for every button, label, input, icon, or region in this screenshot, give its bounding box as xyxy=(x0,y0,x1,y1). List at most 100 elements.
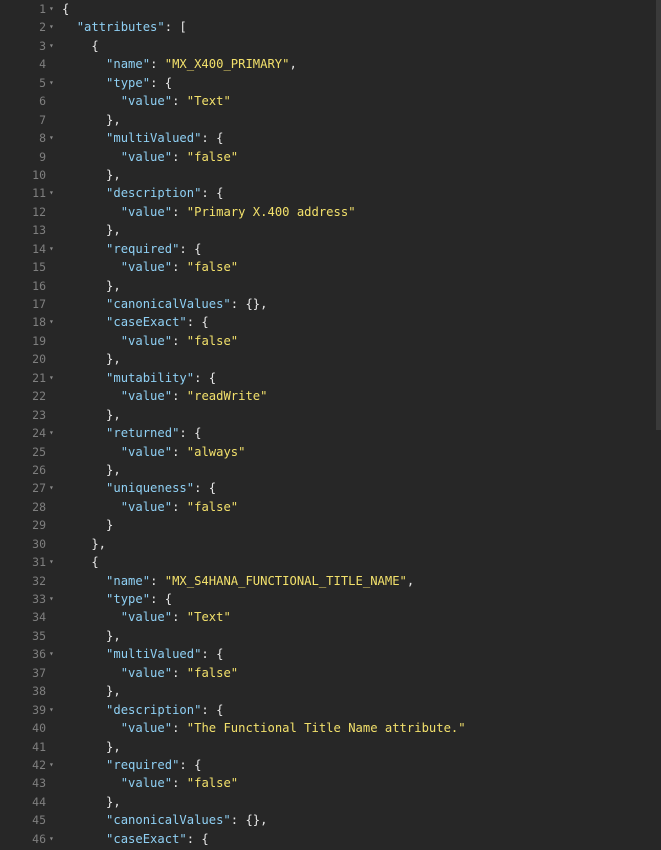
code-text[interactable]: }, xyxy=(62,111,121,129)
code-text[interactable]: "value": "false" xyxy=(62,774,238,792)
code-line[interactable]: 29 } xyxy=(0,516,661,534)
code-text[interactable]: }, xyxy=(62,535,106,553)
code-line[interactable]: 39 ▾ "description": { xyxy=(0,701,661,719)
code-line[interactable]: 30 }, xyxy=(0,535,661,553)
code-line[interactable]: 16 }, xyxy=(0,277,661,295)
code-text[interactable]: { xyxy=(62,37,98,55)
code-line[interactable]: 10 }, xyxy=(0,166,661,184)
fold-toggle-icon[interactable]: ▾ xyxy=(49,0,54,18)
code-line[interactable]: 45 "canonicalValues": {}, xyxy=(0,811,661,829)
fold-toggle-icon[interactable]: ▾ xyxy=(49,830,54,848)
code-line[interactable]: 8 ▾ "multiValued": { xyxy=(0,129,661,147)
code-line[interactable]: 23 }, xyxy=(0,406,661,424)
code-line[interactable]: 37 "value": "false" xyxy=(0,664,661,682)
fold-toggle-icon[interactable]: ▾ xyxy=(49,424,54,442)
code-text[interactable]: { xyxy=(62,0,69,18)
code-line[interactable]: 36 ▾ "multiValued": { xyxy=(0,645,661,663)
code-line[interactable]: 3 ▾ { xyxy=(0,37,661,55)
code-text[interactable]: }, xyxy=(62,793,121,811)
code-line[interactable]: 28 "value": "false" xyxy=(0,498,661,516)
code-text[interactable]: }, xyxy=(62,350,121,368)
code-text[interactable]: "name": "MX_X400_PRIMARY", xyxy=(62,55,297,73)
code-line[interactable]: 9 "value": "false" xyxy=(0,148,661,166)
code-editor[interactable]: 1 ▾{2 ▾ "attributes": [3 ▾ {4 "name": "MX_X… xyxy=(0,0,661,850)
fold-toggle-icon[interactable]: ▾ xyxy=(49,756,54,774)
code-line[interactable]: 13 }, xyxy=(0,221,661,239)
code-line[interactable]: 24 ▾ "returned": { xyxy=(0,424,661,442)
code-line[interactable]: 6 "value": "Text" xyxy=(0,92,661,110)
code-text[interactable]: "required": { xyxy=(62,756,201,774)
code-text[interactable]: "canonicalValues": {}, xyxy=(62,295,267,313)
code-text[interactable]: }, xyxy=(62,461,121,479)
code-line[interactable]: 21 ▾ "mutability": { xyxy=(0,369,661,387)
code-text[interactable]: { xyxy=(62,553,98,571)
fold-toggle-icon[interactable]: ▾ xyxy=(49,701,54,719)
code-line[interactable]: 42 ▾ "required": { xyxy=(0,756,661,774)
code-text[interactable]: "canonicalValues": {}, xyxy=(62,811,267,829)
fold-toggle-icon[interactable]: ▾ xyxy=(49,645,54,663)
code-text[interactable]: }, xyxy=(62,277,121,295)
code-text[interactable]: "value": "readWrite" xyxy=(62,387,268,405)
code-line[interactable]: 38 }, xyxy=(0,682,661,700)
code-line[interactable]: 15 "value": "false" xyxy=(0,258,661,276)
code-text[interactable]: "mutability": { xyxy=(62,369,216,387)
code-text[interactable]: }, xyxy=(62,682,121,700)
fold-toggle-icon[interactable]: ▾ xyxy=(49,129,54,147)
fold-toggle-icon[interactable]: ▾ xyxy=(49,184,54,202)
code-text[interactable]: "type": { xyxy=(62,74,172,92)
code-text[interactable]: "caseExact": { xyxy=(62,830,209,848)
vertical-scrollbar[interactable] xyxy=(656,0,661,430)
code-line[interactable]: 19 "value": "false" xyxy=(0,332,661,350)
code-text[interactable]: "returned": { xyxy=(62,424,201,442)
fold-toggle-icon[interactable]: ▾ xyxy=(49,553,54,571)
code-line[interactable]: 2 ▾ "attributes": [ xyxy=(0,18,661,36)
code-text[interactable]: "description": { xyxy=(62,701,223,719)
code-text[interactable]: "value": "always" xyxy=(62,443,246,461)
code-line[interactable]: 20 }, xyxy=(0,350,661,368)
code-text[interactable]: "type": { xyxy=(62,590,172,608)
code-text[interactable]: } xyxy=(62,516,113,534)
code-text[interactable]: "description": { xyxy=(62,184,223,202)
code-line[interactable]: 43 "value": "false" xyxy=(0,774,661,792)
code-line[interactable]: 14 ▾ "required": { xyxy=(0,240,661,258)
code-line[interactable]: 7 }, xyxy=(0,111,661,129)
code-line[interactable]: 11 ▾ "description": { xyxy=(0,184,661,202)
fold-toggle-icon[interactable]: ▾ xyxy=(49,479,54,497)
fold-toggle-icon[interactable]: ▾ xyxy=(49,240,54,258)
code-line[interactable]: 18 ▾ "caseExact": { xyxy=(0,313,661,331)
code-line[interactable]: 1 ▾ { xyxy=(0,0,661,18)
code-text[interactable]: "value": "false" xyxy=(62,148,238,166)
code-text[interactable]: "value": "The Functional Title Name attr… xyxy=(62,719,466,737)
code-text[interactable]: }, xyxy=(62,166,121,184)
code-text[interactable]: "value": "Text" xyxy=(62,92,231,110)
code-line[interactable]: 5 ▾ "type": { xyxy=(0,74,661,92)
code-line[interactable]: 27 ▾ "uniqueness": { xyxy=(0,479,661,497)
code-text[interactable]: "value": "false" xyxy=(62,498,238,516)
code-line[interactable]: 25 "value": "always" xyxy=(0,443,661,461)
code-text[interactable]: "multiValued": { xyxy=(62,129,223,147)
code-text[interactable]: "uniqueness": { xyxy=(62,479,216,497)
code-line[interactable]: 40 "value": "The Functional Title Name a… xyxy=(0,719,661,737)
code-line[interactable]: 35 }, xyxy=(0,627,661,645)
code-text[interactable]: "name": "MX_S4HANA_FUNCTIONAL_TITLE_NAME… xyxy=(62,572,414,590)
code-text[interactable]: "attributes": [ xyxy=(62,18,187,36)
code-line[interactable]: 22 "value": "readWrite" xyxy=(0,387,661,405)
code-line[interactable]: 26 }, xyxy=(0,461,661,479)
code-text[interactable]: }, xyxy=(62,406,121,424)
code-text[interactable]: "value": "false" xyxy=(62,332,238,350)
fold-toggle-icon[interactable]: ▾ xyxy=(49,313,54,331)
code-line[interactable]: 12 "value": "Primary X.400 address" xyxy=(0,203,661,221)
code-text[interactable]: "multiValued": { xyxy=(62,645,223,663)
fold-toggle-icon[interactable]: ▾ xyxy=(49,18,54,36)
code-text[interactable]: }, xyxy=(62,221,121,239)
code-text[interactable]: "value": "false" xyxy=(62,258,238,276)
code-text[interactable]: "value": "Primary X.400 address" xyxy=(62,203,356,221)
fold-toggle-icon[interactable]: ▾ xyxy=(49,369,54,387)
fold-toggle-icon[interactable]: ▾ xyxy=(49,590,54,608)
code-text[interactable]: "value": "Text" xyxy=(62,608,231,626)
code-line[interactable]: 41 }, xyxy=(0,738,661,756)
code-line[interactable]: 46 ▾ "caseExact": { xyxy=(0,830,661,848)
code-text[interactable]: }, xyxy=(62,627,121,645)
code-line[interactable]: 44 }, xyxy=(0,793,661,811)
code-text[interactable]: "required": { xyxy=(62,240,201,258)
